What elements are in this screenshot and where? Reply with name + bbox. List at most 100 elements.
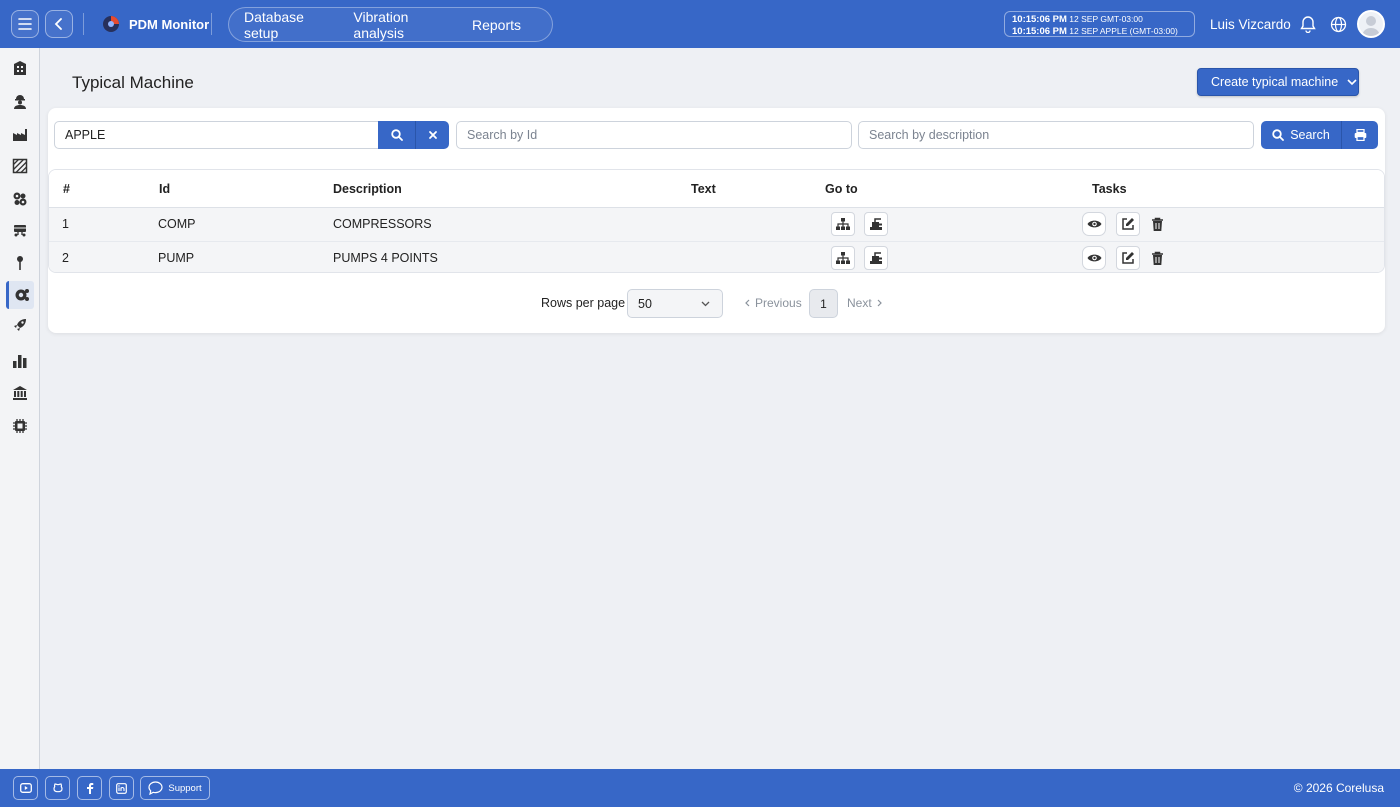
bell-icon[interactable]: [1300, 15, 1316, 33]
gears-icon: [13, 192, 27, 206]
linkedin-button[interactable]: [109, 776, 134, 800]
company-filter-input[interactable]: APPLE: [54, 121, 379, 149]
clock-time-company: 10:15:06 PM: [1012, 25, 1067, 37]
github-button[interactable]: [45, 776, 70, 800]
hamburger-icon: [18, 18, 32, 30]
table-row: 1 COMP COMPRESSORS: [49, 208, 1384, 241]
youtube-icon: [19, 783, 32, 793]
goto-machine-button[interactable]: [864, 212, 888, 236]
previous-page-button[interactable]: Previous: [745, 296, 802, 310]
edit-icon: [1122, 218, 1134, 230]
youtube-button[interactable]: [13, 776, 38, 800]
printer-icon: [1354, 129, 1366, 141]
view-button[interactable]: [1082, 212, 1106, 236]
tab-vibration-analysis[interactable]: Vibration analysis: [353, 9, 441, 41]
tab-reports[interactable]: Reports: [472, 17, 521, 33]
rows-per-page-value: 50: [638, 296, 652, 311]
eye-icon: [1087, 254, 1101, 262]
sidebar-item-hardware[interactable]: [6, 412, 34, 440]
goto-hierarchy-button[interactable]: [831, 246, 855, 270]
chevron-down-icon: [701, 301, 710, 307]
chevron-down-icon: [1347, 78, 1357, 85]
col-tasks: Tasks: [1092, 182, 1127, 196]
col-num: #: [63, 182, 70, 196]
col-id[interactable]: Id: [159, 182, 170, 196]
description-search-input[interactable]: Search by description: [858, 121, 1254, 149]
facebook-button[interactable]: [77, 776, 102, 800]
clock-zone-local: 12 SEP GMT-03:00: [1069, 14, 1143, 24]
company-clear-button[interactable]: [415, 121, 449, 149]
sidebar-item-statistics[interactable]: [6, 347, 34, 375]
typical-machine-table: # Id Description Text Go to Tasks 1 COMP…: [48, 169, 1385, 273]
company-search-button[interactable]: [378, 121, 415, 149]
pagination: Rows per page 50 Previous 1 Next: [0, 289, 1400, 319]
machine-icon: [870, 252, 882, 264]
support-label: Support: [168, 782, 202, 794]
next-page-button[interactable]: Next: [847, 296, 882, 310]
trash-icon: [1151, 251, 1163, 265]
sidebar-item-routes[interactable]: [6, 216, 34, 244]
create-typical-machine-button[interactable]: Create typical machine: [1197, 68, 1359, 96]
chat-icon: [148, 781, 163, 795]
delete-button[interactable]: [1146, 247, 1168, 269]
user-name[interactable]: Luis Vizcardo: [1210, 17, 1291, 32]
building-icon: [14, 61, 26, 75]
sidebar-item-institutions[interactable]: [6, 379, 34, 407]
main-nav: Database setup Vibration analysis Report…: [228, 7, 553, 42]
edit-button[interactable]: [1116, 246, 1140, 270]
area-icon: [12, 158, 28, 174]
edit-icon: [1122, 252, 1134, 264]
app-brand[interactable]: PDM Monitor: [101, 14, 209, 34]
delete-button[interactable]: [1146, 213, 1168, 235]
pin-icon: [17, 256, 23, 270]
machine-icon: [870, 218, 882, 230]
back-button[interactable]: [45, 10, 73, 38]
facebook-icon: [86, 783, 93, 794]
rows-per-page-select[interactable]: 50: [627, 289, 723, 318]
clock-time-local: 10:15:06 PM: [1012, 14, 1067, 25]
sitemap-icon: [836, 218, 850, 230]
sitemap-icon: [836, 252, 850, 264]
clock-display: 10:15:06 PM 12 SEP GMT-03:00 10:15:06 PM…: [1004, 11, 1195, 37]
edit-button[interactable]: [1116, 212, 1140, 236]
support-button[interactable]: Support: [140, 776, 210, 800]
row-description: PUMPS 4 POINTS: [333, 251, 438, 265]
bank-icon: [13, 386, 27, 400]
print-button[interactable]: [1341, 121, 1378, 149]
row-num: 1: [62, 217, 69, 231]
sidebar-item-companies[interactable]: [6, 54, 34, 82]
linkedin-icon: [116, 782, 127, 794]
menu-toggle-button[interactable]: [11, 10, 39, 38]
sidebar-item-areas[interactable]: [6, 152, 34, 180]
previous-label: Previous: [755, 296, 802, 310]
col-goto: Go to: [825, 182, 858, 196]
id-search-input[interactable]: Search by Id: [456, 121, 852, 149]
bar-chart-icon: [13, 355, 27, 368]
sidebar-item-machines[interactable]: [6, 185, 34, 213]
row-id: PUMP: [158, 251, 195, 265]
page-number-button[interactable]: 1: [809, 289, 838, 318]
goto-hierarchy-button[interactable]: [831, 212, 855, 236]
avatar[interactable]: [1357, 10, 1385, 38]
page-title: Typical Machine: [72, 73, 194, 92]
tab-database-setup[interactable]: Database setup: [244, 9, 322, 41]
chip-icon: [13, 419, 27, 433]
col-description[interactable]: Description: [333, 182, 402, 196]
table-header: # Id Description Text Go to Tasks: [49, 170, 1384, 208]
close-icon: [428, 131, 437, 139]
search-button[interactable]: Search: [1261, 121, 1341, 149]
sidebar-item-plants[interactable]: [6, 120, 34, 148]
sidebar-item-points[interactable]: [6, 249, 34, 277]
search-icon: [1272, 129, 1285, 141]
footer: Support © 2026 Corelusa: [0, 769, 1400, 807]
sidebar-item-users[interactable]: [6, 87, 34, 115]
worker-icon: [14, 95, 26, 109]
app-title: PDM Monitor: [129, 16, 210, 32]
view-button[interactable]: [1082, 246, 1106, 270]
goto-machine-button[interactable]: [864, 246, 888, 270]
chevron-left-icon: [54, 18, 62, 30]
row-description: COMPRESSORS: [333, 217, 432, 231]
rocket-icon: [14, 319, 26, 331]
copyright: © 2026 Corelusa: [1293, 781, 1384, 795]
globe-icon[interactable]: [1330, 16, 1347, 33]
